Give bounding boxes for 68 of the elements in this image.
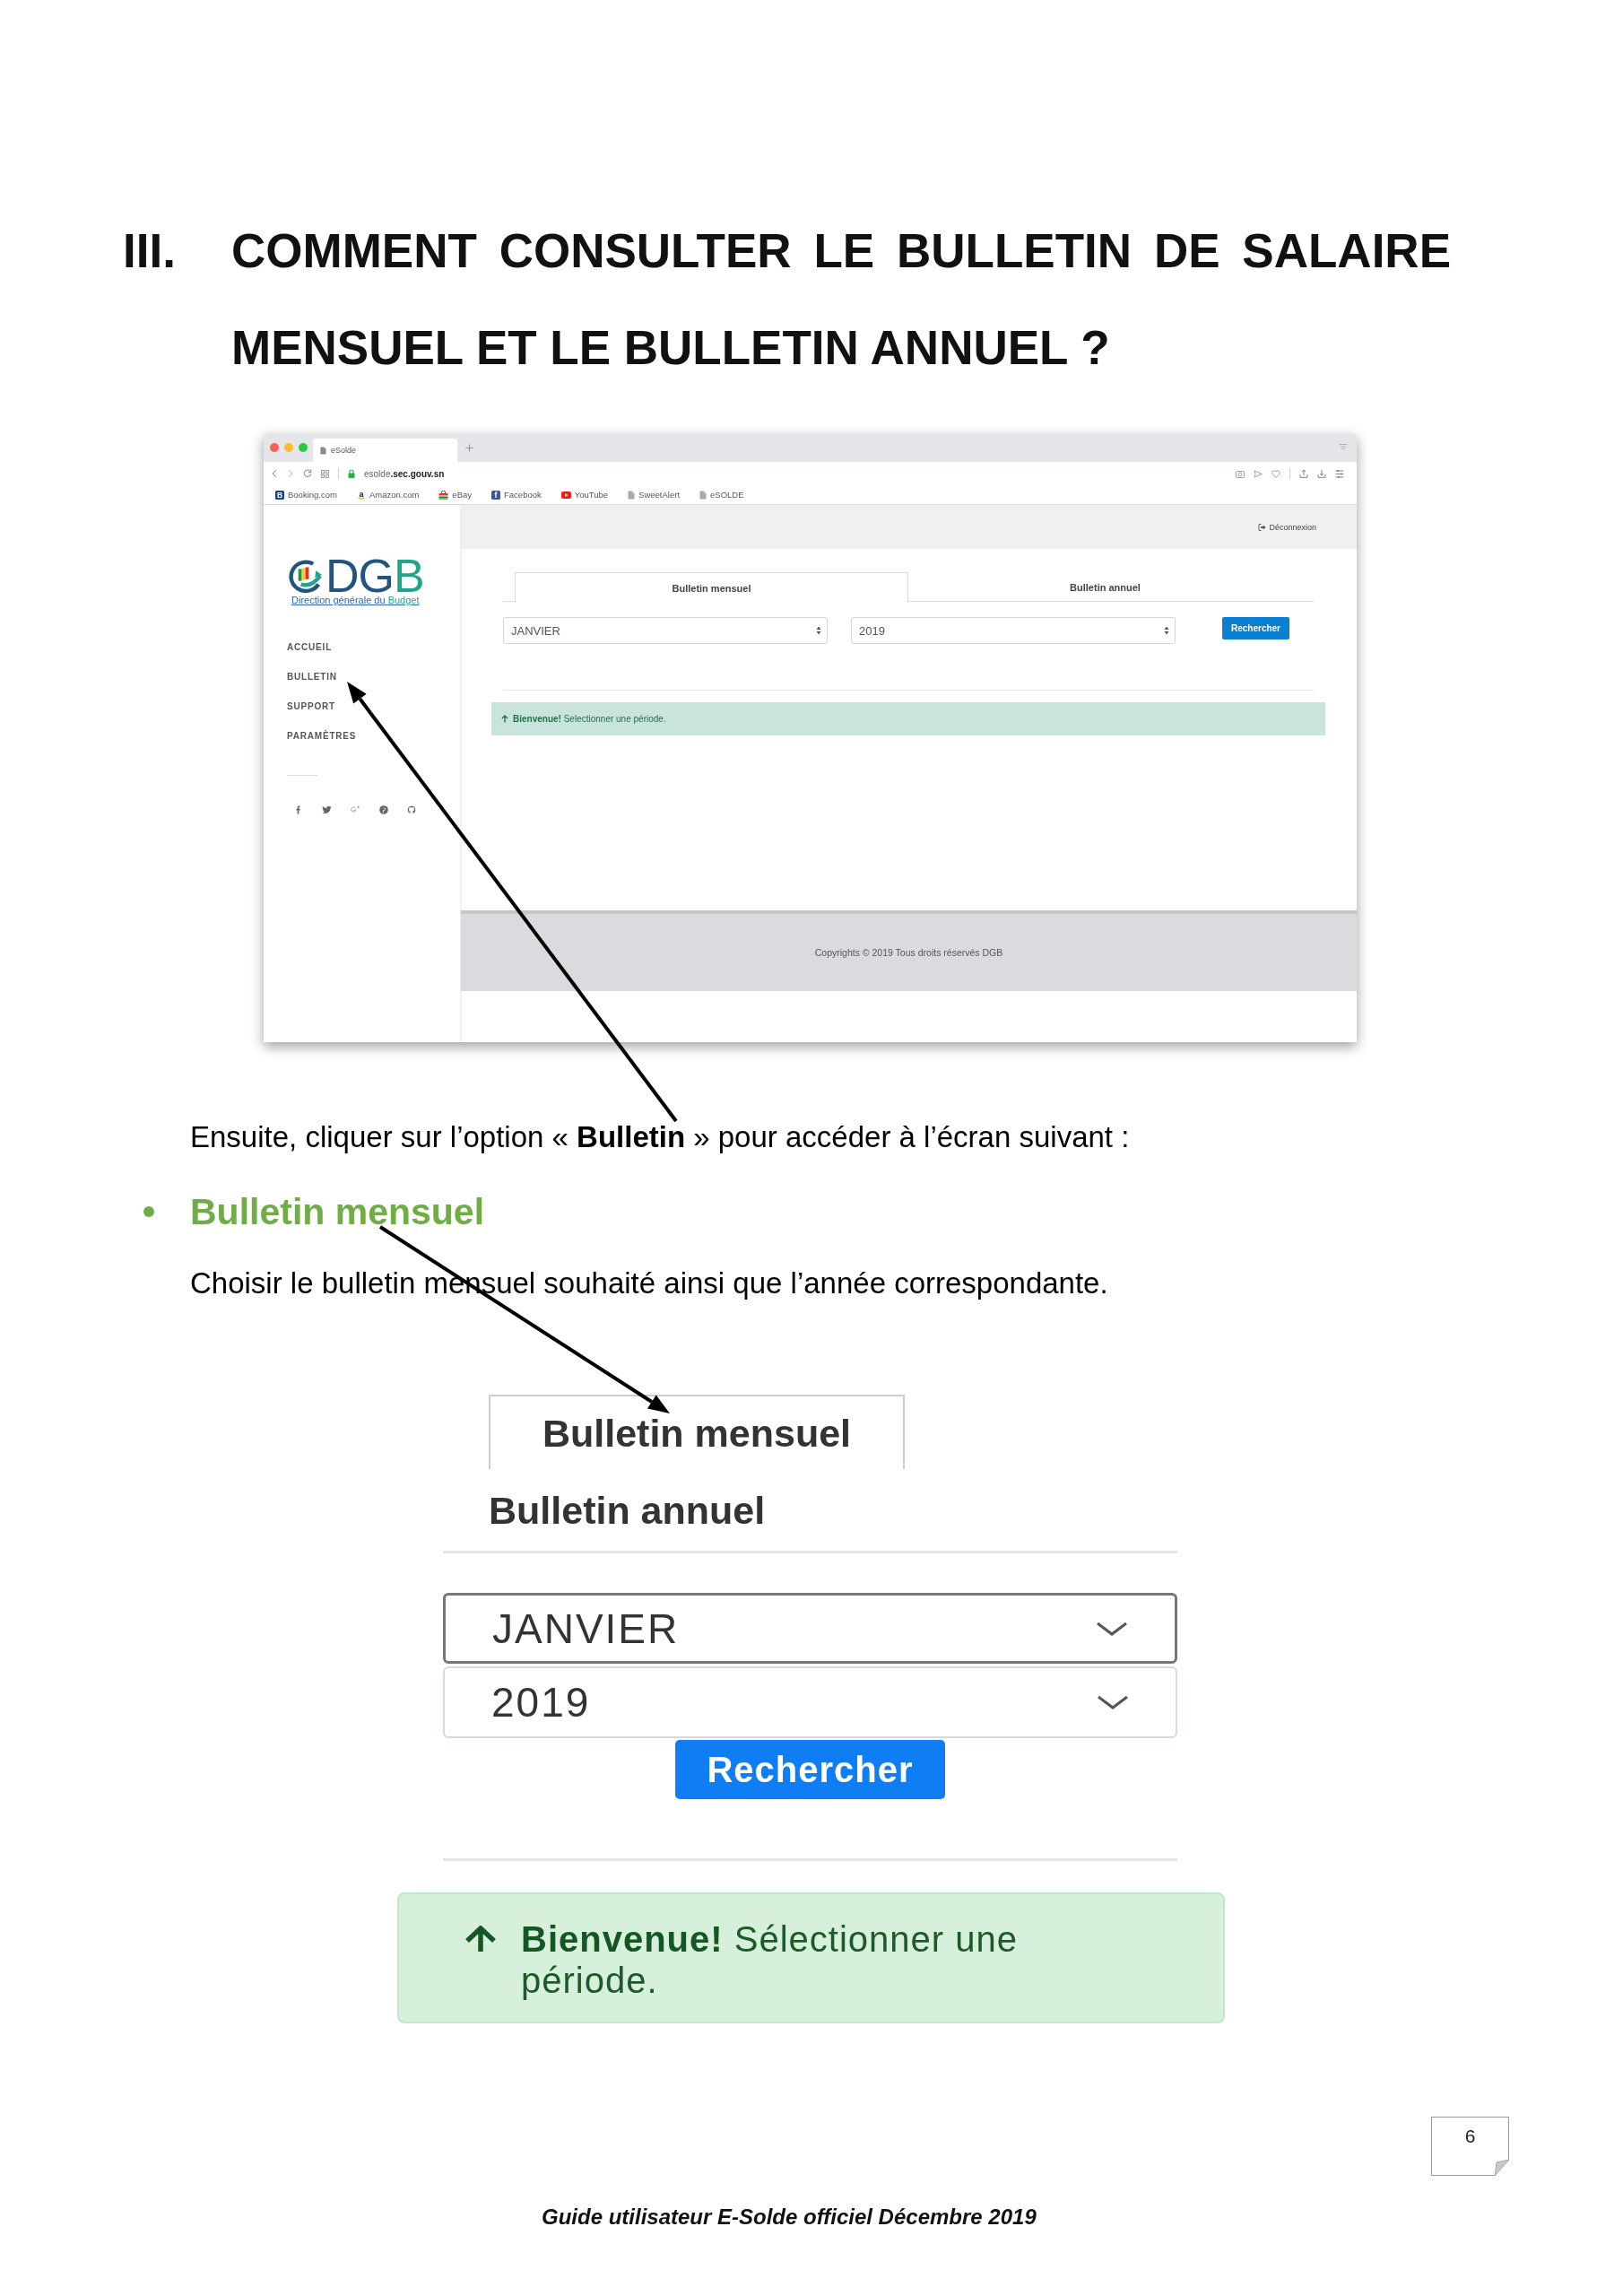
logout-link[interactable]: Déconnexion <box>1258 522 1316 532</box>
select-field[interactable]: JANVIER <box>503 617 828 644</box>
pin-circle-icon[interactable] <box>379 805 388 814</box>
f-logo-icon[interactable] <box>294 805 303 814</box>
bookmark-link[interactable]: eBay <box>438 490 472 500</box>
menu-icon[interactable] <box>1335 469 1344 478</box>
bookmark-link[interactable]: a Amazon.com <box>356 490 420 500</box>
grid-icon[interactable] <box>321 469 329 478</box>
tab[interactable]: Bulletin annuel <box>489 1487 766 1534</box>
zoom-icon[interactable] <box>299 443 308 452</box>
alert-message: Bienvenue! Selectionner une période. <box>513 714 666 724</box>
g-plus-icon[interactable] <box>351 805 360 814</box>
close-icon[interactable] <box>270 443 279 452</box>
shopping-bag-icon <box>438 490 449 500</box>
logo-caption: Direction générale du Budget <box>291 595 420 605</box>
reload-icon[interactable] <box>303 469 312 478</box>
plus-icon[interactable] <box>465 443 473 452</box>
letter-tile-icon: B <box>275 490 284 500</box>
nav-link[interactable]: SUPPORT <box>287 698 335 716</box>
page-icon <box>320 446 326 455</box>
search-button[interactable]: Rechercher <box>675 1740 945 1799</box>
page-number: 6 <box>1464 2125 1476 2148</box>
arrow-up-icon <box>501 715 508 723</box>
heart-icon[interactable] <box>1271 469 1280 478</box>
bird-icon[interactable] <box>322 805 332 814</box>
select-field[interactable]: JANVIER <box>443 1593 1177 1664</box>
footer-text: Guide utilisateur E-Solde officiel Décembre 2019 <box>542 2204 1037 2231</box>
nav-link[interactable]: PARAMÈTRES <box>287 727 357 745</box>
heading-number: III. <box>123 223 177 279</box>
tab[interactable]: Bulletin mensuel <box>515 572 908 603</box>
search-button[interactable]: Rechercher <box>1222 617 1289 639</box>
download-icon[interactable] <box>1317 469 1326 478</box>
select-field[interactable]: 2019 <box>443 1666 1177 1738</box>
nav-link[interactable]: ACCUEIL <box>287 639 333 657</box>
address-field[interactable]: esolde.sec.gouv.sn <box>364 468 445 479</box>
exit-arrow-icon <box>1258 523 1267 531</box>
camera-icon[interactable] <box>1236 469 1245 478</box>
up-down-arrows-icon <box>1164 626 1169 635</box>
bookmark-link[interactable]: eSOLDE <box>699 490 744 500</box>
page-icon <box>628 490 636 500</box>
alert-message: Bienvenue! Sélectionner une période. <box>521 1918 1019 2001</box>
page-icon <box>699 490 707 500</box>
tab-list-icon[interactable] <box>1339 444 1348 451</box>
instruction-text: Ensuite, cliquer sur l’option « Bulletin » pour accéder à l’écran suivant : <box>190 1119 1130 1155</box>
bookmark-link[interactable]: YouTube <box>560 490 609 500</box>
share-icon[interactable] <box>1299 469 1308 478</box>
play-button-icon <box>560 491 571 499</box>
tab[interactable]: Bulletin annuel <box>908 572 1302 602</box>
chevron-down-icon <box>1096 1620 1128 1637</box>
letter-tile-icon: f <box>491 490 500 500</box>
up-down-arrows-icon <box>816 626 821 635</box>
chevron-down-icon <box>1097 1694 1129 1710</box>
chevron-right-icon[interactable] <box>287 469 294 478</box>
nav-link[interactable]: BULLETIN <box>287 668 337 686</box>
select-field[interactable]: 2019 <box>851 617 1176 644</box>
bookmark-link[interactable]: SweetAlert <box>628 490 681 500</box>
chevron-left-icon[interactable] <box>271 469 278 478</box>
paper-plane-icon[interactable] <box>1254 469 1263 478</box>
bookmark-link[interactable]: B Booking.com <box>275 490 337 500</box>
copyright-text: Copyrights © 2019 Tous droits réservés DGB <box>814 947 1003 958</box>
bookmark-link[interactable]: f Facebook <box>491 490 542 500</box>
bullet-icon <box>143 1206 154 1217</box>
section-title: Bulletin mensuel <box>190 1190 485 1234</box>
page-heading: COMMENT CONSULTER LE BULLETIN DE SALAIRE MENSUEL ET LE BULLETIN ANNUEL ? <box>231 223 1451 376</box>
browser-tab[interactable]: eSolde <box>313 439 457 462</box>
cat-head-icon[interactable] <box>407 805 416 814</box>
logo-text: DGB <box>325 558 424 594</box>
lock-icon <box>348 469 355 478</box>
